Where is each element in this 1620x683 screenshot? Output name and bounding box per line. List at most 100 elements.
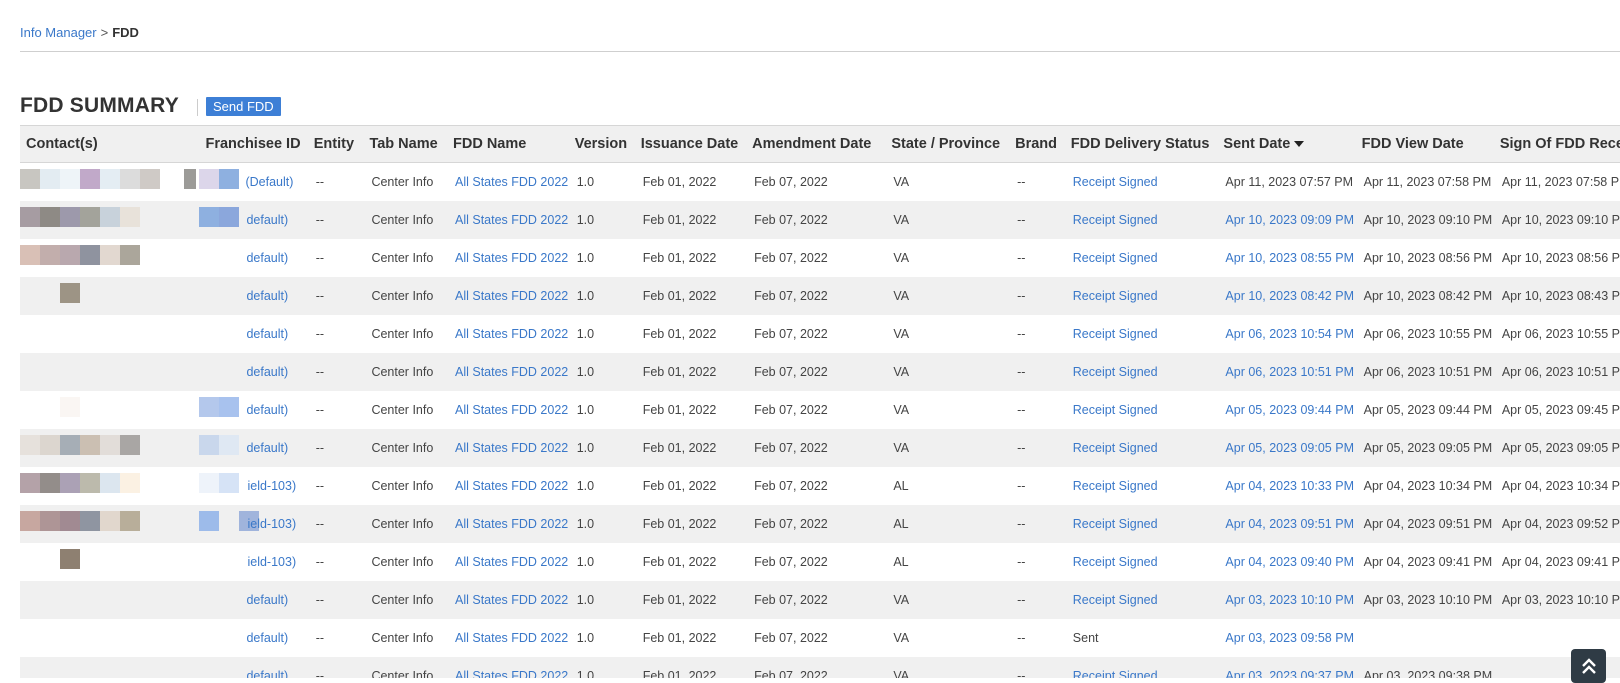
contact-cell-redacted[interactable] [20,505,200,543]
column-header-entity[interactable]: Entity [307,125,364,163]
sent-date-link[interactable]: Apr 03, 2023 09:58 PM [1225,631,1354,645]
franchisee-id-link[interactable]: default) [199,213,288,227]
franchisee-id-link[interactable]: (Default) [199,175,293,189]
sort-desc-icon[interactable] [1294,141,1305,148]
delivery-status-link[interactable]: Receipt Signed [1073,213,1158,227]
franchisee-id-link[interactable]: default) [199,327,288,341]
contact-cell-redacted[interactable] [20,581,200,619]
state-cell: VA [885,581,1010,619]
column-header-label: Sign Of FDD Rece [1499,136,1620,152]
contact-cell-redacted[interactable] [20,429,200,467]
sent-date-link[interactable]: Apr 06, 2023 10:51 PM [1225,365,1354,379]
contact-cell-redacted[interactable] [20,277,200,315]
column-header-issuance-date[interactable]: Issuance Date [634,125,747,163]
sent-date-link[interactable]: Apr 04, 2023 09:51 PM [1225,517,1354,531]
franchisee-id-link[interactable]: ield-103) [199,517,296,531]
sent-date-link[interactable]: Apr 04, 2023 10:33 PM [1225,479,1354,493]
delivery-status-link[interactable]: Receipt Signed [1073,593,1158,607]
column-header-fdd-delivery-status[interactable]: FDD Delivery Status [1064,125,1218,163]
amendment-date-cell: Feb 07, 2022 [746,581,886,619]
fdd-name-link[interactable]: All States FDD 2022 [455,327,568,341]
contact-cell-redacted[interactable] [20,315,200,353]
entity-cell: -- [307,467,364,505]
franchisee-id-link[interactable]: default) [199,251,288,265]
redacted-pixel [40,435,60,455]
fdd-name-link[interactable]: All States FDD 2022 [455,441,568,455]
table-cell: All States FDD 2022 [447,429,569,467]
contact-cell-redacted[interactable] [20,391,200,429]
table-cell: Receipt Signed [1064,467,1218,505]
column-header-sent-date[interactable]: Sent Date [1217,125,1356,163]
delivery-status-link[interactable]: Receipt Signed [1073,441,1158,455]
delivery-status-link[interactable]: Receipt Signed [1073,403,1158,417]
breadcrumb-info-manager[interactable]: Info Manager [20,25,97,40]
sent-date-link[interactable]: Apr 10, 2023 08:42 PM [1225,289,1354,303]
contact-cell-redacted[interactable] [20,619,200,657]
column-header-label: FDD View Date [1361,136,1464,152]
sent-date-link[interactable]: Apr 03, 2023 09:37 PM [1225,669,1354,678]
column-header-brand[interactable]: Brand [1009,125,1065,163]
sent-date-link[interactable]: Apr 05, 2023 09:44 PM [1225,403,1354,417]
issuance-date-cell: Feb 01, 2022 [634,467,747,505]
contact-cell-redacted[interactable] [20,162,200,201]
tab-name-cell: Center Info [363,429,447,467]
fdd-name-link[interactable]: All States FDD 2022 [455,289,568,303]
fdd-name-link[interactable]: All States FDD 2022 [455,517,568,531]
column-header-tab-name[interactable]: Tab Name [363,125,447,163]
fdd-name-link[interactable]: All States FDD 2022 [455,403,568,417]
fdd-name-link[interactable]: All States FDD 2022 [455,365,568,379]
franchisee-id-link[interactable]: default) [199,289,288,303]
column-header-version[interactable]: Version [568,125,635,163]
delivery-status-link[interactable]: Receipt Signed [1073,669,1158,678]
franchisee-id-link[interactable]: ield-103) [199,555,296,569]
sent-date-link[interactable]: Apr 10, 2023 08:55 PM [1225,251,1354,265]
sent-date-link[interactable]: Apr 03, 2023 10:10 PM [1225,593,1354,607]
delivery-status-link[interactable]: Receipt Signed [1073,251,1158,265]
fdd-name-link[interactable]: All States FDD 2022 [455,669,568,678]
column-header-fdd-name[interactable]: FDD Name [447,125,569,163]
franchisee-id-link[interactable]: default) [199,669,288,678]
sent-date-link[interactable]: Apr 04, 2023 09:40 PM [1225,555,1354,569]
franchisee-id-link[interactable]: default) [199,593,288,607]
fdd-name-link[interactable]: All States FDD 2022 [455,213,568,227]
delivery-status-link[interactable]: Receipt Signed [1073,365,1158,379]
column-header-contacts[interactable]: Contact(s) [20,125,200,163]
franchisee-id-link[interactable]: default) [199,403,288,417]
contact-cell-redacted[interactable] [20,657,200,678]
delivery-status-link[interactable]: Receipt Signed [1073,555,1158,569]
delivery-status-link[interactable]: Receipt Signed [1073,327,1158,341]
delivery-status-link[interactable]: Receipt Signed [1073,175,1158,189]
sent-date-link[interactable]: Apr 05, 2023 09:05 PM [1225,441,1354,455]
send-fdd-button[interactable]: Send FDD [206,97,281,116]
entity-cell: -- [307,239,364,277]
version-cell: 1.0 [568,619,635,657]
sent-date-link[interactable]: Apr 06, 2023 10:54 PM [1225,327,1354,341]
franchisee-id-link[interactable]: ield-103) [199,479,296,493]
delivery-status-link[interactable]: Receipt Signed [1073,479,1158,493]
sent-date-link[interactable]: Apr 10, 2023 09:09 PM [1225,213,1354,227]
fdd-name-link[interactable]: All States FDD 2022 [455,175,568,189]
franchisee-id-link[interactable]: default) [199,631,288,645]
franchisee-id-link[interactable]: default) [199,365,288,379]
redacted-pixel [60,169,80,189]
column-header-amendment-date[interactable]: Amendment Date [746,125,886,163]
column-header-state-province[interactable]: State / Province [885,125,1010,163]
contact-cell-redacted[interactable] [20,201,200,239]
fdd-name-link[interactable]: All States FDD 2022 [455,251,568,265]
column-header-label: FDD Name [453,136,527,152]
fdd-name-link[interactable]: All States FDD 2022 [455,555,568,569]
delivery-status-link[interactable]: Receipt Signed [1073,517,1158,531]
column-header-fdd-view-date[interactable]: FDD View Date [1355,125,1494,163]
franchisee-id-link[interactable]: default) [199,441,288,455]
fdd-name-link[interactable]: All States FDD 2022 [455,593,568,607]
contact-cell-redacted[interactable] [20,467,200,505]
column-header-sign-of-fdd-receipt[interactable]: Sign Of FDD Rece [1493,125,1620,163]
contact-cell-redacted[interactable] [20,353,200,391]
contact-cell-redacted[interactable] [20,543,200,581]
column-header-franchisee-id[interactable]: Franchisee ID [199,125,308,163]
sign-date-cell: Apr 05, 2023 09:05 P [1493,429,1620,467]
fdd-name-link[interactable]: All States FDD 2022 [455,479,568,493]
delivery-status-link[interactable]: Receipt Signed [1073,289,1158,303]
fdd-name-link[interactable]: All States FDD 2022 [455,631,568,645]
contact-cell-redacted[interactable] [20,239,200,277]
